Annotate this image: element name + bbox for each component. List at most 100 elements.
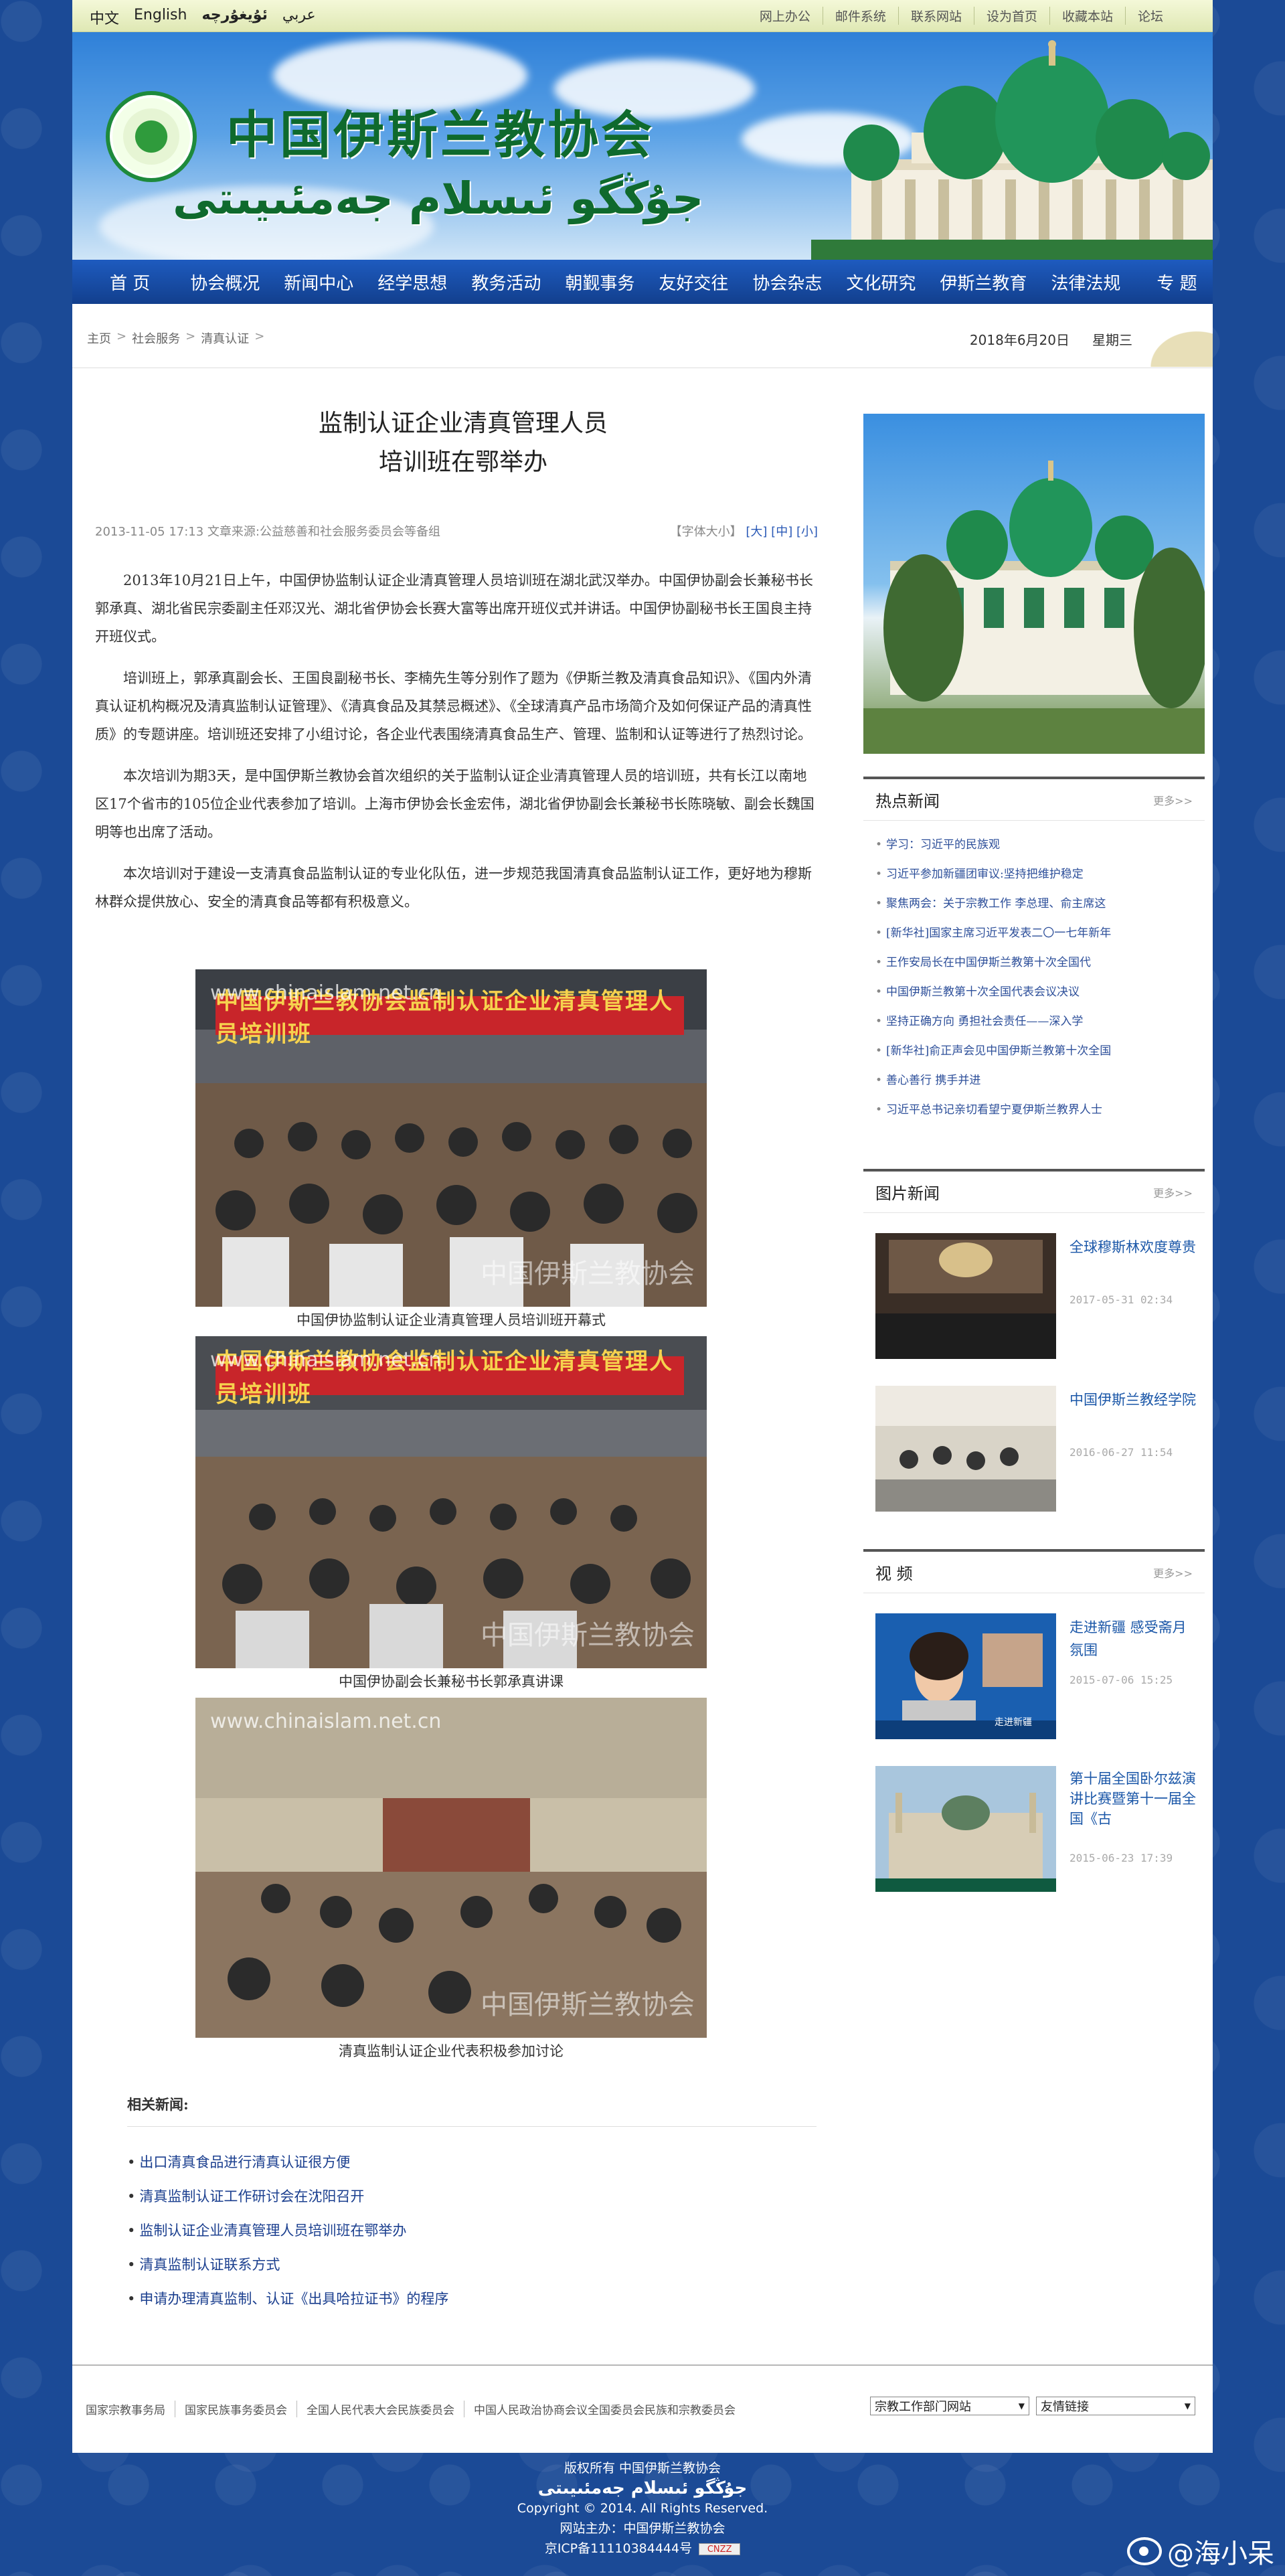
picture-news-item[interactable]: 全球穆斯林欢度尊贵 2017-05-31 02:34: [875, 1233, 1197, 1360]
link-forum[interactable]: 论坛: [1124, 7, 1175, 25]
link-mail-system[interactable]: 邮件系统: [822, 7, 898, 25]
nav-magazine[interactable]: 协会杂志: [740, 270, 834, 295]
video-item[interactable]: 走进新疆 走进新疆 感受斋月氛围 2015-07-06 15:25: [875, 1613, 1197, 1741]
video-thumbnail[interactable]: [875, 1766, 1056, 1892]
current-date: 2018年6月20日 星期三: [970, 329, 1132, 349]
mosque-building-image: [875, 1766, 1056, 1892]
related-news-item[interactable]: 出口清真食品进行清真认证很方便: [127, 2152, 448, 2186]
footer-links: 国家宗教事务局 国家民族事务委员会 全国人民代表大会民族委员会 中国人民政治协商…: [86, 2401, 745, 2417]
friend-links-select-value: 友情链接: [1041, 2400, 1089, 2414]
article-meta: 2013-11-05 17:13 文章来源:公益慈善和社会服务委员会等备组 【字…: [95, 522, 818, 540]
nav-news[interactable]: 新闻中心: [272, 270, 365, 295]
footer-link[interactable]: 中国人民政治协商会议全国委员会民族和宗教委员会: [464, 2401, 745, 2417]
hot-news-item[interactable]: 坚持正确方向 勇担社会责任——深入学: [875, 1007, 1205, 1036]
video-title: 视 频: [875, 1564, 913, 1583]
picture-news-date: 2016-06-27 11:54: [1069, 1446, 1173, 1459]
nav-religious-affairs[interactable]: 教务活动: [459, 270, 553, 295]
nav-culture[interactable]: 文化研究: [834, 270, 928, 295]
weibo-username: @海小呆: [1167, 2539, 1274, 2569]
gov-sites-select[interactable]: 宗教工作部门网站 ▼: [870, 2397, 1029, 2415]
link-bookmark[interactable]: 收藏本站: [1049, 7, 1125, 25]
hot-news-item[interactable]: [新华社]俞正声会见中国伊斯兰教第十次全国: [875, 1036, 1205, 1066]
picture-news-thumbnail[interactable]: [875, 1386, 1056, 1512]
weekday-text: 星期三: [1092, 332, 1132, 348]
hot-news-more-link[interactable]: 更多>>: [1153, 792, 1193, 808]
video-thumbnail[interactable]: 走进新疆: [875, 1613, 1056, 1739]
nav-topics[interactable]: 专 题: [1132, 270, 1209, 295]
related-news-item[interactable]: 监制认证企业清真管理人员培训班在鄂举办: [127, 2220, 448, 2254]
link-contact[interactable]: 联系网站: [897, 7, 974, 25]
video-more-link[interactable]: 更多>>: [1153, 1564, 1193, 1581]
hot-news-header: 热点新闻 更多>>: [863, 779, 1205, 821]
video-title-link[interactable]: 走进新疆 感受斋月氛围: [1069, 1616, 1197, 1662]
article-title: 监制认证企业清真管理人员 培训班在鄂举办: [92, 404, 834, 482]
related-news-item[interactable]: 清真监制认证工作研讨会在沈阳召开: [127, 2186, 448, 2220]
picture-news-title-link[interactable]: 全球穆斯林欢度尊贵: [1069, 1236, 1197, 1259]
photo-caption: 清真监制认证企业代表积极参加讨论: [339, 2043, 564, 2059]
sidebar-mosque-photo[interactable]: [863, 414, 1205, 754]
picture-news-item[interactable]: 中国伊斯兰教经学院 2016-06-27 11:54: [875, 1386, 1197, 1513]
hot-news-item[interactable]: [新华社]国家主席习近平发表二〇一七年新年: [875, 918, 1205, 948]
lang-uyghur[interactable]: ئۇيغۇرچە: [201, 7, 267, 28]
article-title-line2: 培训班在鄂举办: [378, 449, 547, 476]
breadcrumb-halal-cert[interactable]: 清真认证: [201, 329, 249, 347]
nav-law[interactable]: 法律法规: [1039, 270, 1132, 295]
hot-news-item[interactable]: 善心善行 携手并进: [875, 1066, 1205, 1095]
lang-english[interactable]: English: [134, 7, 187, 28]
link-online-office[interactable]: 网上办公: [748, 7, 823, 25]
font-size-medium[interactable]: [中]: [771, 525, 792, 539]
weibo-icon: [1127, 2537, 1162, 2565]
picture-news-title-link[interactable]: 中国伊斯兰教经学院: [1069, 1388, 1197, 1411]
hot-news-list: 学习：习近平的民族观 习近平参加新疆团审议:坚持把维护稳定 聚焦两会：关于宗教工…: [863, 821, 1205, 1125]
picture-news-title: 图片新闻: [875, 1184, 940, 1203]
font-size-label: 【字体大小】: [669, 525, 742, 539]
picture-news-date: 2017-05-31 02:34: [1069, 1293, 1173, 1306]
nav-education[interactable]: 伊斯兰教育: [928, 270, 1039, 295]
font-size-small[interactable]: [小]: [796, 525, 818, 539]
breadcrumb-social-service[interactable]: 社会服务: [132, 329, 180, 347]
cnzz-badge[interactable]: CNZZ: [699, 2543, 741, 2555]
nav-exchange[interactable]: 友好交往: [647, 270, 740, 295]
gov-sites-select-value: 宗教工作部门网站: [875, 2400, 971, 2414]
site-sponsor: 网站主办：中国伊斯兰教协会: [560, 2521, 725, 2536]
footer-link[interactable]: 全国人民代表大会民族委员会: [296, 2401, 464, 2417]
article-paragraph: 培训班上，郭承真副会长、王国良副秘书长、李楠先生等分别作了题为《伊斯兰教及清真食…: [95, 670, 812, 742]
association-logo[interactable]: [106, 91, 197, 182]
photo-watermark: www.chinaislam.net.cn: [210, 1348, 442, 1372]
hot-news-section: 热点新闻 更多>> 学习：习近平的民族观 习近平参加新疆团审议:坚持把维护稳定 …: [863, 777, 1205, 1125]
footer-link[interactable]: 国家民族事务委员会: [175, 2401, 296, 2417]
lang-arabic[interactable]: عربي: [282, 7, 316, 28]
picture-news-more-link[interactable]: 更多>>: [1153, 1184, 1193, 1200]
video-title-link[interactable]: 第十届全国卧尔兹演讲比赛暨第十一届全国《古: [1069, 1769, 1197, 1829]
lang-chinese[interactable]: 中文: [90, 7, 119, 28]
related-news-item[interactable]: 申请办理清真监制、认证《出具哈拉证书》的程序: [127, 2288, 448, 2322]
nav-scripture[interactable]: 经学思想: [365, 270, 459, 295]
footer-link[interactable]: 国家宗教事务局: [86, 2401, 175, 2417]
link-set-homepage[interactable]: 设为首页: [973, 7, 1049, 25]
hot-news-item[interactable]: 习近平总书记亲切看望宁夏伊斯兰教界人士: [875, 1095, 1205, 1125]
hot-news-item[interactable]: 聚焦两会：关于宗教工作 李总理、俞主席这: [875, 889, 1205, 918]
nav-hajj[interactable]: 朝觐事务: [553, 270, 647, 295]
site-title-chinese: 中国伊斯兰教协会: [226, 105, 655, 165]
hot-news-item[interactable]: 王作安局长在中国伊斯兰教第十次全国代: [875, 948, 1205, 977]
hot-news-item[interactable]: 习近平参加新疆团审议:坚持把维护稳定: [875, 860, 1205, 889]
top-links: 网上办公 邮件系统 联系网站 设为首页 收藏本站 论坛: [748, 7, 1175, 25]
hot-news-item[interactable]: 学习：习近平的民族观: [875, 830, 1205, 860]
mosque-interior-image: [875, 1233, 1056, 1359]
breadcrumb-home[interactable]: 主页: [87, 329, 111, 347]
video-item[interactable]: 第十届全国卧尔兹演讲比赛暨第十一届全国《古 2015-06-23 17:39: [875, 1766, 1197, 1900]
nav-about[interactable]: 协会概况: [178, 270, 272, 295]
hot-news-item[interactable]: 中国伊斯兰教第十次全国代表会议决议: [875, 977, 1205, 1007]
icp-number[interactable]: 京ICP备11110384444号: [545, 2541, 692, 2556]
photo-stamp: 中国伊斯兰教协会: [481, 1259, 695, 1289]
hot-news-title: 热点新闻: [875, 792, 940, 811]
breadcrumb-bar: 主页 > 社会服务 > 清真认证 > 2018年6月20日 星期三: [72, 304, 1213, 368]
decorative-ornament: [1132, 317, 1213, 367]
friend-links-select[interactable]: 友情链接 ▼: [1036, 2397, 1195, 2415]
related-news-item[interactable]: 清真监制认证联系方式: [127, 2254, 448, 2288]
picture-news-thumbnail[interactable]: [875, 1233, 1056, 1359]
font-size-large[interactable]: [大]: [746, 525, 767, 539]
font-size-control: 【字体大小】 [大] [中] [小]: [670, 522, 818, 540]
photo-stamp: 中国伊斯兰教协会: [481, 1990, 695, 2020]
nav-home[interactable]: 首 页: [98, 270, 178, 295]
